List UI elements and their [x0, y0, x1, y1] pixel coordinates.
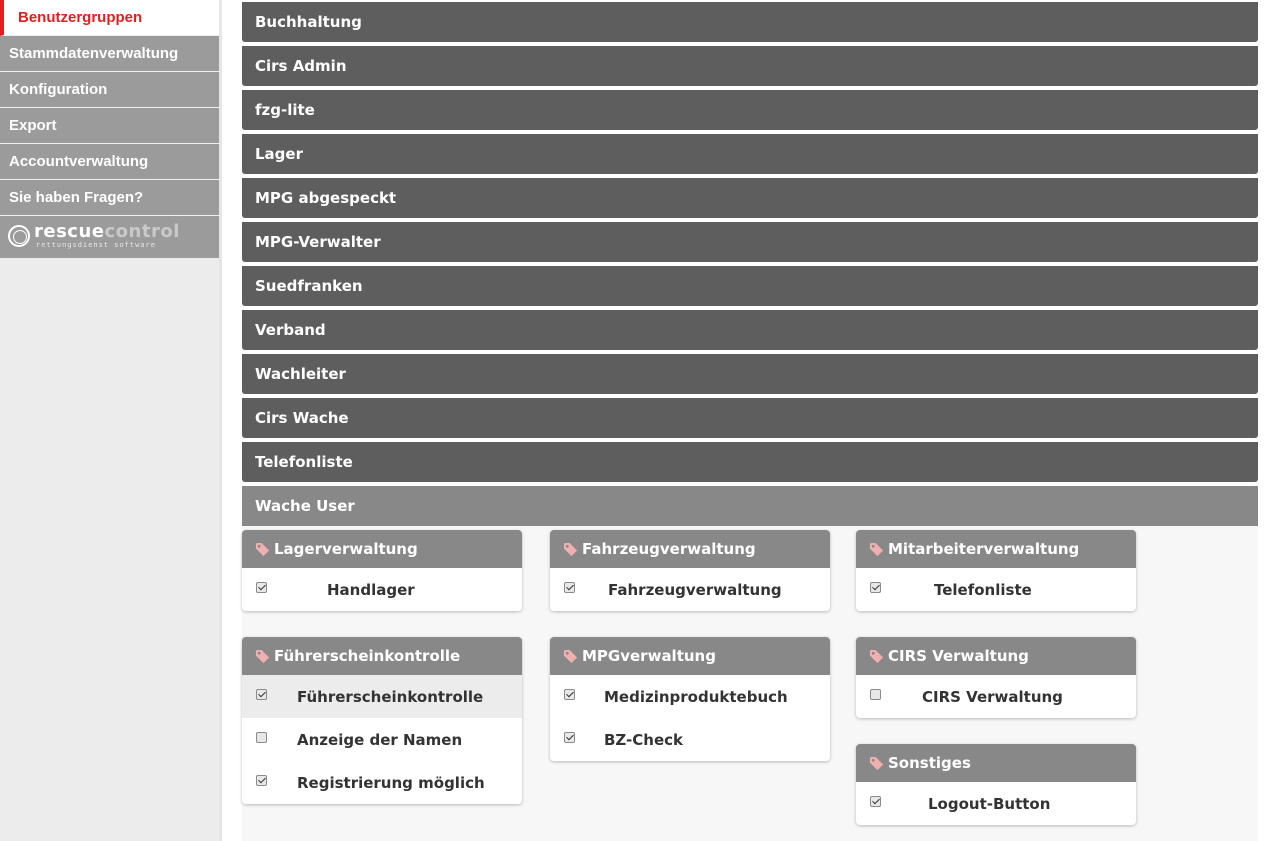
- permission-card: Mitarbeiterverwaltung Telefonliste: [856, 530, 1136, 611]
- sidebar-item-benutzergruppen[interactable]: Benutzergruppen: [0, 0, 219, 36]
- permission-card: Lagerverwaltung Handlager: [242, 530, 522, 611]
- tag-icon: [255, 649, 270, 663]
- group-bar[interactable]: MPG abgespeckt: [242, 178, 1258, 218]
- card-title: Mitarbeiterverwaltung: [888, 540, 1080, 558]
- tag-icon: [255, 542, 270, 556]
- card-header: MPGverwaltung: [550, 637, 830, 675]
- permission-row[interactable]: Führerscheinkontrolle: [242, 675, 522, 718]
- group-bar[interactable]: Cirs Admin: [242, 46, 1258, 86]
- group-bar[interactable]: Buchhaltung: [242, 2, 1258, 42]
- permission-checkbox[interactable]: [564, 689, 575, 700]
- group-bar[interactable]: Cirs Wache: [242, 398, 1258, 438]
- permission-checkbox[interactable]: [256, 582, 267, 593]
- permission-checkbox[interactable]: [870, 689, 881, 700]
- permission-label: Telefonliste: [934, 580, 1032, 599]
- permission-checkbox[interactable]: [256, 689, 267, 700]
- permission-row[interactable]: CIRS Verwaltung: [856, 675, 1136, 718]
- permission-label: Registrierung möglich: [297, 773, 485, 792]
- scrollbar-track[interactable]: [1258, 0, 1277, 841]
- tag-icon: [869, 649, 884, 663]
- group-bar-open[interactable]: Wache User: [242, 486, 1258, 528]
- sidebar-item-fragen[interactable]: Sie haben Fragen?: [0, 180, 219, 216]
- card-title: Sonstiges: [888, 754, 971, 772]
- permission-row[interactable]: BZ-Check: [550, 718, 830, 761]
- globe-icon: [8, 225, 30, 247]
- card-header: Fahrzeugverwaltung: [550, 530, 830, 568]
- group-bar[interactable]: MPG-Verwalter: [242, 222, 1258, 262]
- permission-label: BZ-Check: [604, 730, 683, 749]
- group-bar[interactable]: Verband: [242, 310, 1258, 350]
- permission-row[interactable]: Medizinproduktebuch: [550, 675, 830, 718]
- permission-label: Handlager: [327, 580, 415, 599]
- permission-label: Anzeige der Namen: [297, 730, 463, 749]
- group-list: Buchhaltung Cirs Admin fzg-lite Lager MP…: [242, 0, 1258, 528]
- card-title: MPGverwaltung: [582, 647, 716, 665]
- logo-wordmark: rescuecontrol: [34, 221, 180, 242]
- permission-row[interactable]: Logout-Button: [856, 782, 1136, 825]
- group-bar[interactable]: fzg-lite: [242, 90, 1258, 130]
- tag-icon: [869, 756, 884, 770]
- permission-label: Medizinproduktebuch: [604, 687, 788, 706]
- sidebar-item-export[interactable]: Export: [0, 108, 219, 144]
- group-bar[interactable]: Lager: [242, 134, 1258, 174]
- group-bar[interactable]: Suedfranken: [242, 266, 1258, 306]
- permission-card: Fahrzeugverwaltung Fahrzeugverwaltung: [550, 530, 830, 611]
- permissions-panel: Lagerverwaltung Handlager Fahrzeugverwal…: [242, 526, 1258, 841]
- permission-label: CIRS Verwaltung: [922, 687, 1063, 706]
- tag-icon: [563, 542, 578, 556]
- permission-row[interactable]: Handlager: [242, 568, 522, 611]
- sidebar-item-stammdatenverwaltung[interactable]: Stammdatenverwaltung: [0, 36, 219, 72]
- logo-subtitle: rettungsdienst software: [36, 241, 156, 249]
- permission-checkbox[interactable]: [870, 582, 881, 593]
- rescuecontrol-logo[interactable]: rescuecontrol rettungsdienst software: [0, 216, 219, 258]
- card-title: Fahrzeugverwaltung: [582, 540, 756, 558]
- card-header: Lagerverwaltung: [242, 530, 522, 568]
- group-bar[interactable]: Wachleiter: [242, 354, 1258, 394]
- card-header: Führerscheinkontrolle: [242, 637, 522, 675]
- sidebar-divider: [219, 0, 222, 841]
- permission-label: Fahrzeugverwaltung: [608, 580, 782, 599]
- card-header: Mitarbeiterverwaltung: [856, 530, 1136, 568]
- permission-card: MPGverwaltung Medizinproduktebuch BZ-Che…: [550, 637, 830, 761]
- card-title: Lagerverwaltung: [274, 540, 418, 558]
- sidebar-item-konfiguration[interactable]: Konfiguration: [0, 72, 219, 108]
- permission-row[interactable]: Anzeige der Namen: [242, 718, 522, 761]
- card-header: CIRS Verwaltung: [856, 637, 1136, 675]
- permission-row[interactable]: Registrierung möglich: [242, 761, 522, 804]
- permission-row[interactable]: Fahrzeugverwaltung: [550, 568, 830, 611]
- permission-card: CIRS Verwaltung CIRS Verwaltung: [856, 637, 1136, 718]
- sidebar: Benutzergruppen Stammdatenverwaltung Kon…: [0, 0, 219, 841]
- permission-checkbox[interactable]: [564, 582, 575, 593]
- card-title: CIRS Verwaltung: [888, 647, 1029, 665]
- permission-card: Sonstiges Logout-Button: [856, 744, 1136, 825]
- permission-row[interactable]: Telefonliste: [856, 568, 1136, 611]
- card-title: Führerscheinkontrolle: [274, 647, 461, 665]
- card-header: Sonstiges: [856, 744, 1136, 782]
- tag-icon: [869, 542, 884, 556]
- tag-icon: [563, 649, 578, 663]
- permission-checkbox[interactable]: [870, 796, 881, 807]
- permission-label: Führerscheinkontrolle: [297, 687, 484, 706]
- permission-card: Führerscheinkontrolle Führerscheinkontro…: [242, 637, 522, 804]
- group-bar[interactable]: Telefonliste: [242, 442, 1258, 482]
- permission-checkbox[interactable]: [256, 732, 267, 743]
- permission-checkbox[interactable]: [564, 732, 575, 743]
- permission-checkbox[interactable]: [256, 775, 267, 786]
- sidebar-item-accountverwaltung[interactable]: Accountverwaltung: [0, 144, 219, 180]
- permission-label: Logout-Button: [928, 794, 1051, 813]
